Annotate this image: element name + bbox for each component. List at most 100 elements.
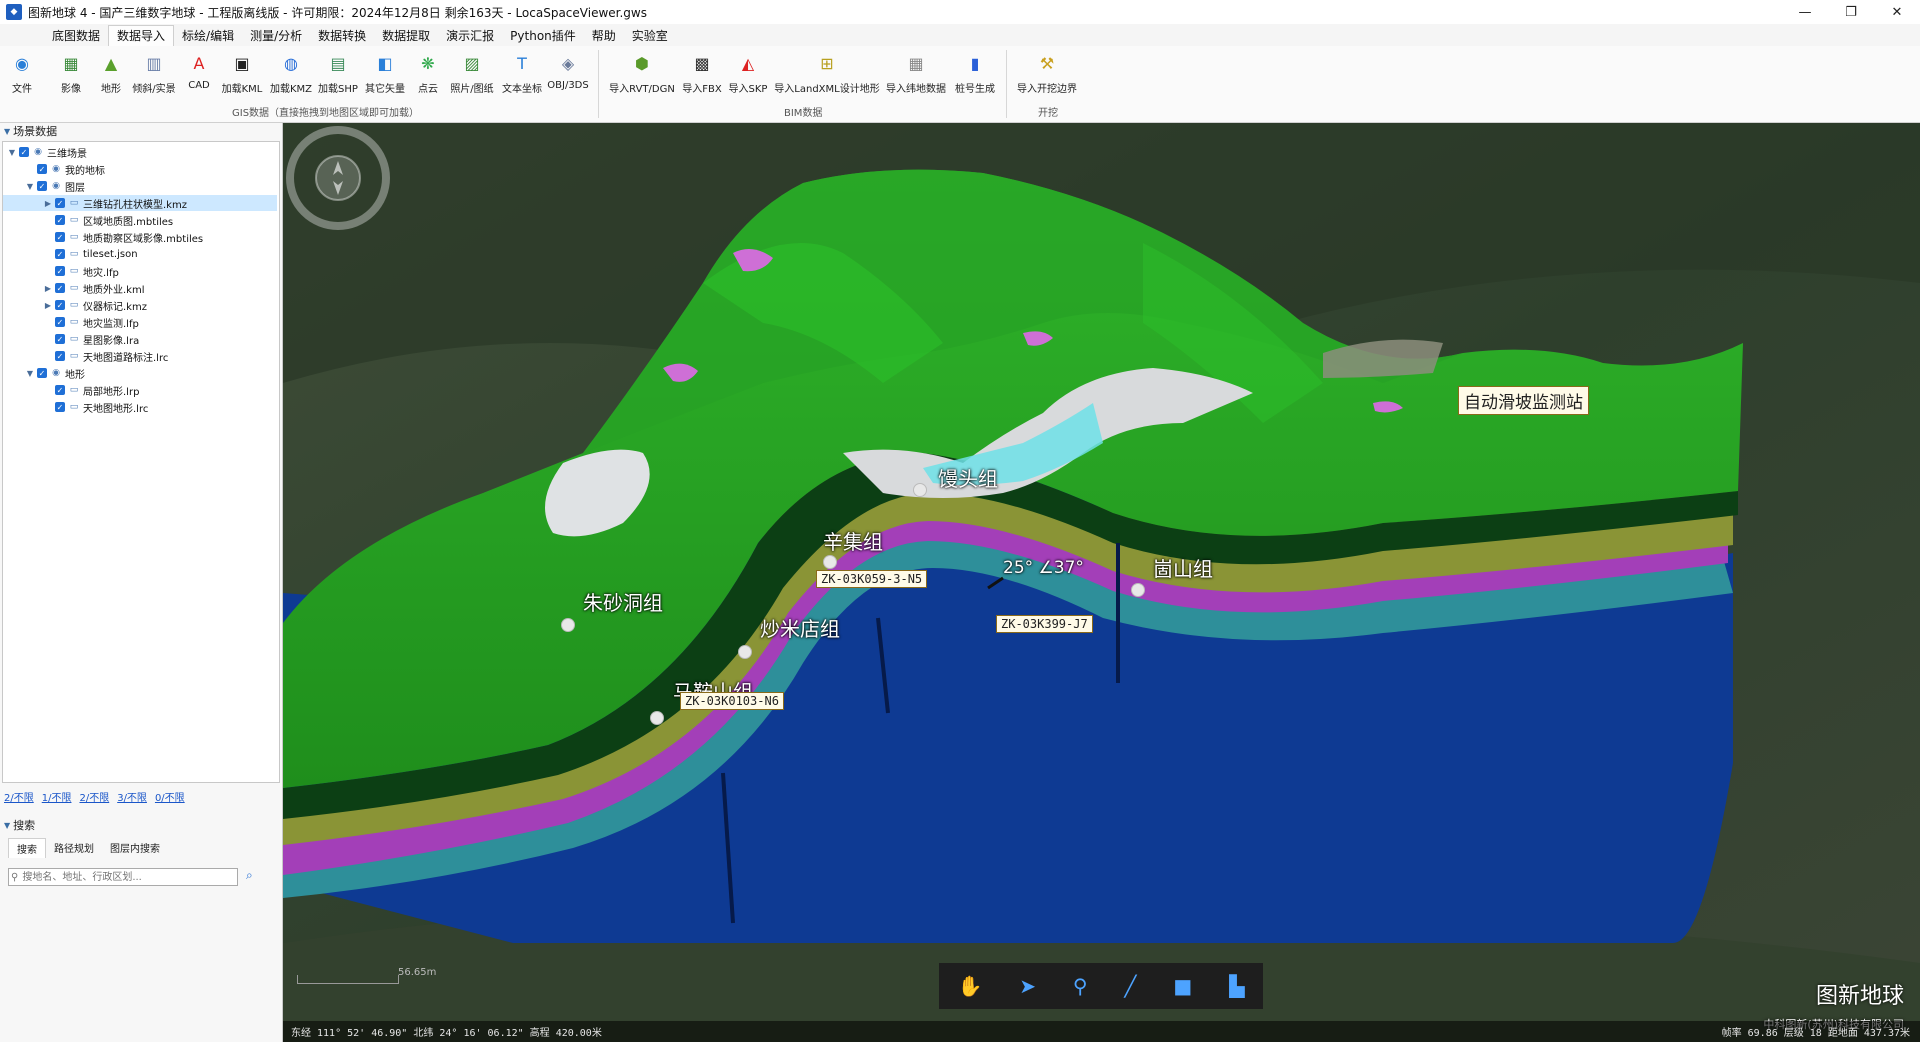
map-pin-icon[interactable]: ⚲ [1073, 974, 1088, 998]
layer-checkbox[interactable]: ✓ [55, 283, 65, 293]
pointer-select-icon[interactable]: ➤ [1019, 974, 1036, 998]
layer-checkbox[interactable]: ✓ [37, 368, 47, 378]
draw-rectangle-icon[interactable]: ■ [1173, 974, 1192, 998]
stat-imagery[interactable]: 2/不限 [4, 789, 34, 804]
layer-checkbox[interactable]: ✓ [55, 266, 65, 276]
layer-checkbox[interactable]: ✓ [55, 402, 65, 412]
import-oblique-button[interactable]: ▥ 倾斜/实景 [132, 48, 175, 98]
point-cloud-button[interactable]: ❋ 点云 [414, 48, 442, 98]
tree-item[interactable]: ✓ ▭ 地灾.lfp [3, 263, 277, 279]
hand-pan-icon[interactable]: ✋ [957, 974, 982, 998]
map-viewport[interactable]: 馒头组 辛集组 崮山组 朱砂洞组 炒米店组 马鞍山组 ZK-03K059-3-N… [283, 123, 1920, 1042]
import-cad-button[interactable]: A CAD [186, 48, 212, 98]
tree-item[interactable]: ▶ ✓ ▭ 仪器标记.kmz [3, 297, 277, 313]
monitoring-station-tag[interactable]: 自动滑坡监测站 [1458, 386, 1589, 415]
load-kmz-button[interactable]: ◍ 加载KMZ [270, 48, 312, 98]
draw-line-icon[interactable]: ╱ [1124, 974, 1136, 998]
import-fbx-button[interactable]: ▩ 导入FBX [680, 48, 724, 98]
layer-checkbox[interactable]: ✓ [55, 385, 65, 395]
expanded-arrow-icon[interactable]: ▼ [25, 182, 35, 191]
tree-item[interactable]: ✓ ▭ 天地图道路标注.lrc [3, 348, 277, 364]
tree-item[interactable]: ✓ ▭ 地灾监测.lfp [3, 314, 277, 330]
layer-checkbox[interactable]: ✓ [55, 215, 65, 225]
tab-route[interactable]: 路径规划 [46, 838, 102, 858]
tab-search[interactable]: 搜索 [8, 838, 46, 858]
stat-oblique[interactable]: 2/不限 [79, 789, 109, 804]
import-skp-button[interactable]: ◭ 导入SKP [726, 48, 770, 98]
tree-item[interactable]: ✓ ▭ 区域地质图.mbtiles [3, 212, 277, 228]
formation-point[interactable] [738, 645, 752, 659]
chart-analysis-icon[interactable]: ▙ [1229, 974, 1244, 998]
menu-data-import[interactable]: 数据导入 [108, 25, 175, 46]
layer-checkbox[interactable]: ✓ [37, 164, 47, 174]
borehole-tag[interactable]: ZK-03K0103-N6 [680, 692, 784, 710]
load-kml-button[interactable]: ▣ 加载KML [222, 48, 263, 98]
tree-item[interactable]: ▼ ✓ ◉ 图层 [3, 178, 277, 194]
obj-3ds-button[interactable]: ◈ OBJ/3DS [546, 48, 590, 98]
layer-checkbox[interactable]: ✓ [55, 232, 65, 242]
formation-point[interactable] [1131, 583, 1145, 597]
expanded-arrow-icon[interactable]: ▼ [7, 148, 17, 157]
other-vector-button[interactable]: ◧ 其它矢量 [364, 48, 406, 98]
layer-checkbox[interactable]: ✓ [55, 351, 65, 361]
compass-icon[interactable] [283, 123, 393, 233]
stat-pointcloud[interactable]: 0/不限 [155, 789, 185, 804]
formation-point[interactable] [823, 555, 837, 569]
import-weidi-button[interactable]: ▦ 导入纬地数据 [884, 48, 948, 98]
menu-extract[interactable]: 数据提取 [374, 26, 438, 46]
tree-item[interactable]: ✓ ◉ 我的地标 [3, 161, 277, 177]
layer-checkbox[interactable]: ✓ [37, 181, 47, 191]
tab-layer-search[interactable]: 图层内搜索 [102, 838, 168, 858]
layer-checkbox[interactable]: ✓ [55, 317, 65, 327]
import-rvt-button[interactable]: ⬢ 导入RVT/DGN [608, 48, 676, 98]
formation-point[interactable] [561, 618, 575, 632]
text-coord-button[interactable]: T 文本坐标 [500, 48, 544, 98]
search-input[interactable] [20, 870, 230, 884]
layer-checkbox[interactable]: ✓ [55, 249, 65, 259]
menu-measure[interactable]: 测量/分析 [242, 26, 310, 46]
tree-item[interactable]: ▶ ✓ ▭ 三维钻孔柱状模型.kmz [3, 195, 277, 211]
import-imagery-button[interactable]: ▦ 影像 [56, 48, 86, 98]
import-excavation-button[interactable]: ⚒ 导入开挖边界 [1016, 48, 1078, 98]
station-gen-button[interactable]: ▮ 桩号生成 [952, 48, 998, 98]
tree-item[interactable]: ✓ ▭ 天地图地形.lrc [3, 399, 277, 415]
layer-checkbox[interactable]: ✓ [55, 334, 65, 344]
tree-item[interactable]: ✓ ▭ 地质勘察区域影像.mbtiles [3, 229, 277, 245]
layer-checkbox[interactable]: ✓ [55, 300, 65, 310]
layer-checkbox[interactable]: ✓ [55, 198, 65, 208]
formation-point[interactable] [913, 483, 927, 497]
tree-item[interactable]: ✓ ▭ 星图影像.lra [3, 331, 277, 347]
borehole-tag[interactable]: ZK-03K059-3-N5 [816, 570, 928, 588]
layer-checkbox[interactable]: ✓ [19, 147, 29, 157]
search-icon[interactable]: ⌕ [246, 868, 253, 883]
menu-plot-edit[interactable]: 标绘/编辑 [174, 26, 242, 46]
close-button[interactable]: ✕ [1874, 0, 1920, 24]
menu-present[interactable]: 演示汇报 [438, 26, 502, 46]
menu-lab[interactable]: 实验室 [624, 26, 676, 46]
minimize-button[interactable]: — [1782, 0, 1828, 24]
tree-item[interactable]: ▶ ✓ ▭ 地质外业.kml [3, 280, 277, 296]
collapsed-arrow-icon[interactable]: ▶ [43, 301, 53, 310]
menu-basemap[interactable]: 底图数据 [44, 26, 108, 46]
formation-point[interactable] [650, 711, 664, 725]
menu-python[interactable]: Python插件 [502, 26, 584, 46]
import-landxml-button[interactable]: ⊞ 导入LandXML设计地形 [774, 48, 880, 98]
tree-item[interactable]: ▼ ✓ ◉ 地形 [3, 365, 277, 381]
menu-convert[interactable]: 数据转换 [310, 26, 374, 46]
tree-item[interactable]: ✓ ▭ tileset.json [3, 246, 277, 262]
restore-button[interactable]: ❐ [1828, 0, 1874, 24]
menu-help[interactable]: 帮助 [584, 26, 624, 46]
scene-data-header[interactable]: ▼ 场景数据 [0, 123, 282, 139]
search-header[interactable]: ▼ 搜索 [0, 817, 282, 833]
tree-item[interactable]: ✓ ▭ 局部地形.lrp [3, 382, 277, 398]
photo-drawing-button[interactable]: ▨ 照片/图纸 [448, 48, 496, 98]
expanded-arrow-icon[interactable]: ▼ [25, 369, 35, 378]
file-button[interactable]: ◉ 文件 [8, 48, 36, 98]
load-shp-button[interactable]: ▤ 加载SHP [318, 48, 358, 98]
collapsed-arrow-icon[interactable]: ▶ [43, 284, 53, 293]
tree-item[interactable]: ▼ ✓ ◉ 三维场景 [3, 144, 277, 160]
collapsed-arrow-icon[interactable]: ▶ [43, 199, 53, 208]
borehole-tag[interactable]: ZK-03K399-J7 [996, 615, 1093, 633]
import-terrain-button[interactable]: ▲ 地形 [96, 48, 126, 98]
stat-model[interactable]: 3/不限 [117, 789, 147, 804]
